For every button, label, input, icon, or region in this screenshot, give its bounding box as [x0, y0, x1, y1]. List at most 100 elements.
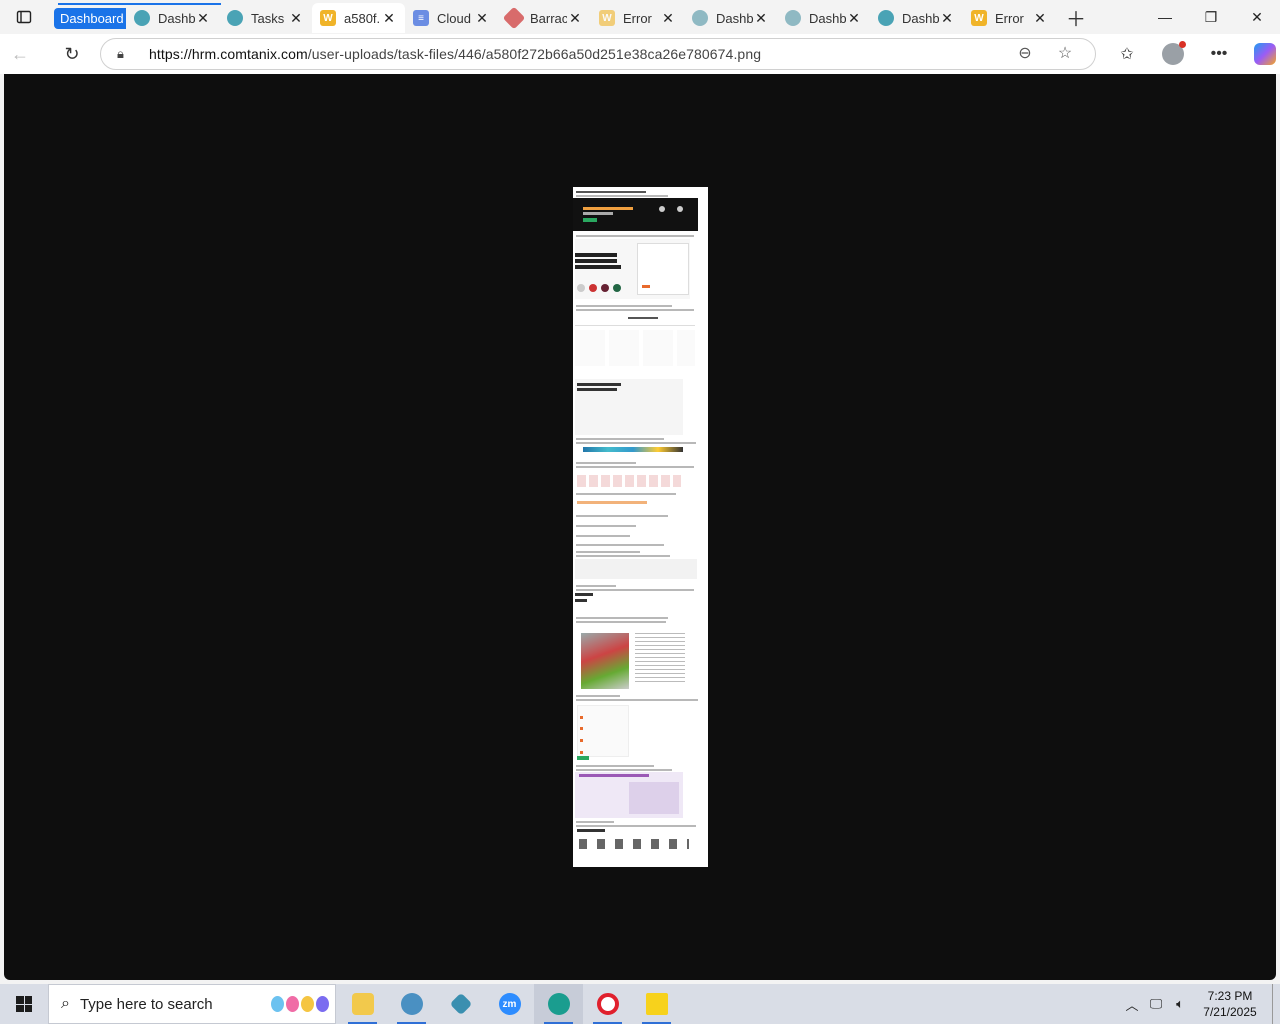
close-icon[interactable]: ✕	[753, 10, 769, 27]
minimize-button[interactable]: —	[1142, 0, 1188, 34]
tab-group-dashboard[interactable]: Dashboard	[52, 3, 126, 33]
taskbar-search[interactable]: ⌕ Type here to search	[48, 984, 336, 1024]
taskbar-network-app[interactable]	[387, 984, 436, 1024]
url-path: /user-uploads/task-files/446/a580f272b66…	[307, 46, 762, 62]
image-certification-badges	[579, 839, 689, 849]
favorites-button[interactable]: ✩	[1104, 34, 1150, 74]
profile-button[interactable]	[1150, 34, 1196, 74]
close-icon[interactable]: ✕	[474, 10, 490, 27]
image-orange-heading	[577, 501, 647, 504]
volume-icon[interactable]: 🔈︎	[1168, 996, 1192, 1012]
ellipsis-icon: •••	[1210, 45, 1228, 62]
image-team-photo	[581, 633, 629, 689]
start-button[interactable]	[0, 984, 48, 1024]
close-icon[interactable]: ✕	[195, 10, 211, 27]
image-text-line	[576, 585, 616, 587]
tab-dashb-4[interactable]: Dashb ✕	[870, 3, 963, 33]
image-about-text	[635, 633, 685, 683]
image-text-line	[576, 235, 694, 237]
image-tech-stack	[575, 559, 697, 579]
taskbar-file-explorer[interactable]	[338, 984, 387, 1024]
close-icon[interactable]: ✕	[939, 10, 955, 27]
teal-circle-icon	[227, 10, 243, 26]
copilot-button[interactable]	[1242, 34, 1280, 74]
tab-error-2[interactable]: W Error ✕	[963, 3, 1056, 33]
image-text-line	[576, 525, 636, 527]
new-tab-button[interactable]: ＋	[1056, 0, 1096, 34]
close-icon[interactable]: ✕	[288, 10, 304, 27]
file-explorer-icon	[351, 993, 374, 1015]
image-text-line	[576, 589, 694, 591]
image-text-line	[576, 555, 670, 557]
tab-image-active[interactable]: W a580f. ✕	[312, 3, 405, 33]
image-clients-section	[575, 772, 683, 818]
image-text-line	[576, 769, 672, 771]
tab-tasks[interactable]: Tasks ✕	[219, 3, 312, 33]
refresh-button[interactable]: ↻	[52, 34, 92, 74]
tab-error-1[interactable]: W Error ✕	[591, 3, 684, 33]
arrow-left-icon: ←	[11, 43, 29, 64]
tab-label: Dashb	[809, 10, 846, 26]
image-logo	[613, 284, 621, 292]
image-text-line	[576, 195, 668, 197]
image-text-line	[576, 493, 676, 495]
close-icon[interactable]: ✕	[846, 10, 862, 27]
tab-barrac[interactable]: Barrac ✕	[498, 3, 591, 33]
image-bullet	[580, 751, 583, 754]
image-text-line	[576, 438, 664, 440]
image-text-line	[576, 515, 668, 517]
tab-dashb-3[interactable]: Dashb ✕	[777, 3, 870, 33]
chevron-up-icon[interactable]: ︿	[1120, 995, 1144, 1014]
search-icon: ⌕	[61, 995, 70, 1012]
tab-label: Barrac	[530, 10, 567, 26]
restore-button[interactable]: ❐	[1188, 0, 1234, 34]
pencil-icon	[502, 6, 526, 30]
image-pricing-col	[575, 330, 605, 366]
image-tag-chips	[577, 475, 681, 487]
image-hero-heading	[575, 265, 621, 269]
address-bar[interactable]: 🔒︎ https://hrm.comtanix.com/user-uploads…	[100, 38, 1096, 70]
taskbar-edge[interactable]	[534, 984, 583, 1024]
zoom-out-icon[interactable]: ⊖	[1005, 43, 1045, 63]
tab-actions-button[interactable]	[0, 0, 48, 34]
url-host: https://hrm.comtanix.com	[149, 46, 308, 62]
image-form-card	[637, 243, 689, 295]
taskbar-sticky-notes[interactable]	[632, 984, 681, 1024]
image-pricing-table	[575, 325, 695, 369]
taskbar-clock[interactable]: 7:23 PM 7/21/2025	[1192, 988, 1268, 1020]
tab-dashb-2[interactable]: Dashb ✕	[684, 3, 777, 33]
close-icon[interactable]: ✕	[567, 10, 583, 27]
tab-list: Dashboard Dashb ✕ Tasks ✕ W a580f. ✕ ≡ C…	[48, 0, 1056, 34]
close-icon[interactable]: ✕	[1032, 10, 1048, 27]
image-text-line	[576, 544, 664, 546]
taskbar-opera[interactable]	[583, 984, 632, 1024]
windows-icon	[16, 996, 32, 1012]
tab-dashb-1[interactable]: Dashb ✕	[126, 3, 219, 33]
image-section-heading	[575, 599, 587, 602]
network-icon[interactable]: 🖵︎	[1144, 996, 1168, 1012]
url-text[interactable]: https://hrm.comtanix.com/user-uploads/ta…	[149, 46, 761, 62]
favorite-star-icon[interactable]: ☆	[1045, 43, 1085, 63]
taskbar-zoom[interactable]: zm	[485, 984, 534, 1024]
toolbar-right: ✩ •••	[1104, 34, 1280, 74]
tab-cloud[interactable]: ≡ Cloud ✕	[405, 3, 498, 33]
show-desktop-button[interactable]	[1272, 984, 1280, 1024]
tab-strip: Dashboard Dashb ✕ Tasks ✕ W a580f. ✕ ≡ C…	[0, 0, 1280, 34]
more-menu-button[interactable]: •••	[1196, 34, 1242, 74]
copilot-icon	[1254, 43, 1276, 65]
back-button[interactable]: ←	[0, 34, 40, 74]
search-placeholder: Type here to search	[79, 995, 213, 1013]
taskbar-apps: zm	[338, 984, 681, 1024]
page-viewport	[4, 74, 1276, 980]
image-hero-section	[575, 239, 690, 299]
taskbar-diamond-app[interactable]	[436, 984, 485, 1024]
image-hero-heading	[575, 253, 617, 257]
close-icon[interactable]: ✕	[381, 10, 397, 27]
tab-label: Dashb	[902, 10, 939, 26]
image-text-line	[576, 695, 620, 697]
close-window-button[interactable]: ✕	[1234, 0, 1280, 34]
teal-circle-icon	[134, 10, 150, 26]
close-icon[interactable]: ✕	[660, 10, 676, 27]
lock-icon[interactable]: 🔒︎	[117, 46, 135, 62]
image-text-line	[576, 699, 698, 701]
